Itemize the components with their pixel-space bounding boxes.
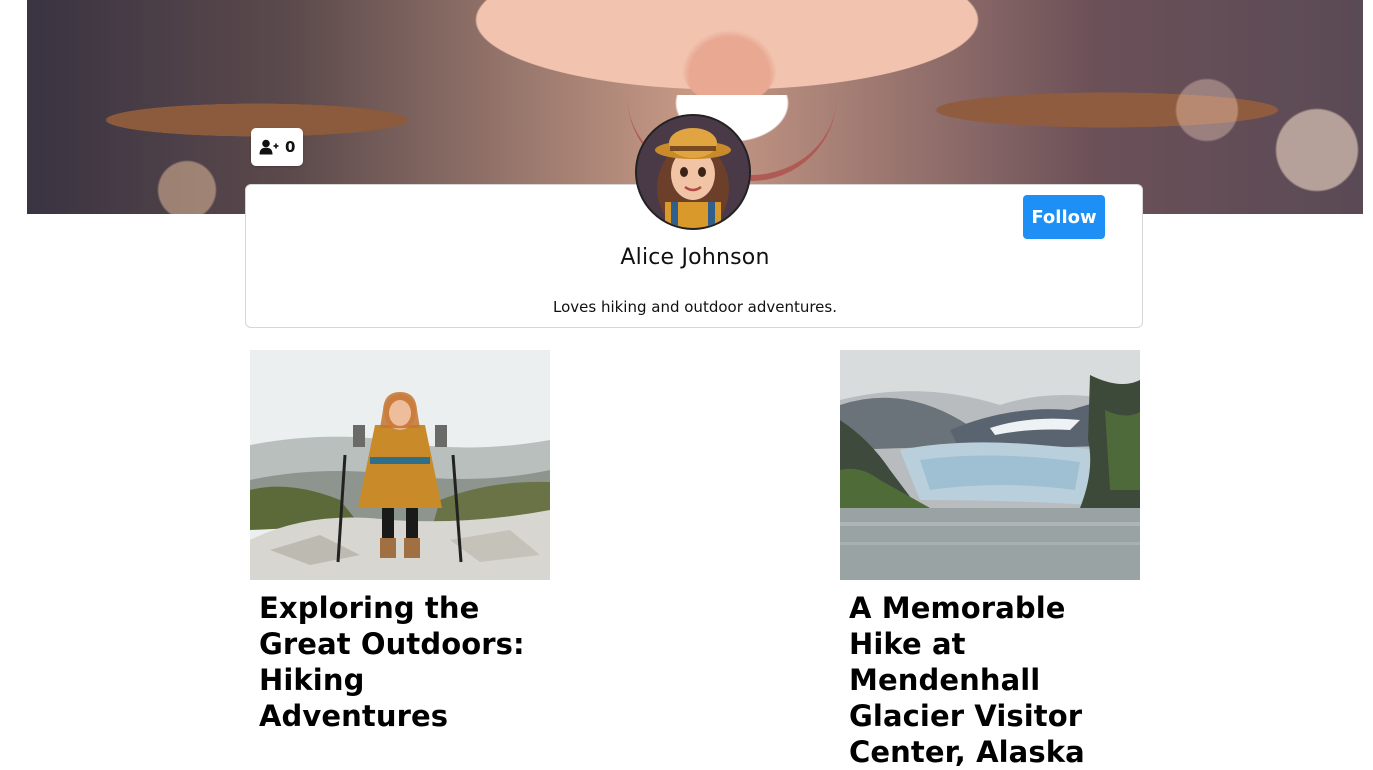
post-image-hiker[interactable] xyxy=(250,350,550,580)
post-image-glacier[interactable] xyxy=(840,350,1140,580)
profile-bio: Loves hiking and outdoor adventures. xyxy=(552,298,837,316)
post-title[interactable]: A Memorable Hike at Mendenhall Glacier V… xyxy=(849,590,1140,770)
user-plus-icon xyxy=(259,139,279,155)
profile-name: Alice Johnson xyxy=(620,245,770,270)
post-card[interactable]: Exploring the Great Outdoors: Hiking Adv… xyxy=(250,350,550,734)
followers-count: 0 xyxy=(285,138,296,156)
followers-count-badge[interactable]: 0 xyxy=(251,128,304,166)
post-card[interactable]: A Memorable Hike at Mendenhall Glacier V… xyxy=(840,350,1140,770)
post-title[interactable]: Exploring the Great Outdoors: Hiking Adv… xyxy=(259,590,550,734)
follow-button[interactable]: Follow xyxy=(1023,195,1105,239)
avatar[interactable] xyxy=(635,114,751,230)
